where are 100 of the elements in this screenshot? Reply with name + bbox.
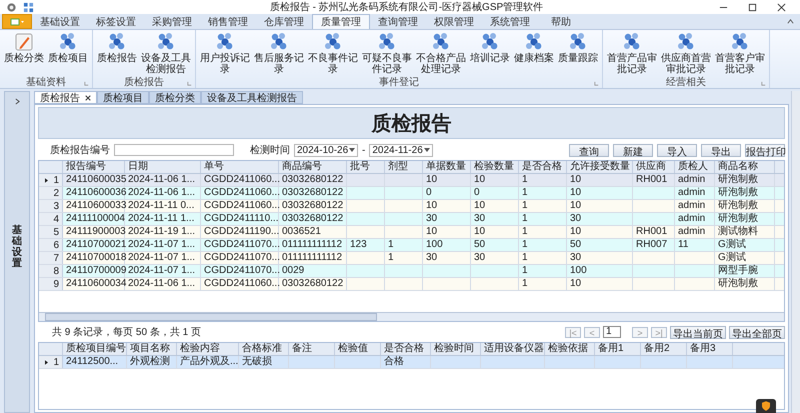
menu-tab[interactable]: 质量管理 [312, 14, 370, 29]
expand-icon[interactable] [14, 98, 20, 105]
caret-icon[interactable] [349, 148, 355, 152]
table-cell: 2024-11-07 1... [125, 252, 201, 264]
table-cell: RH001 [633, 174, 675, 186]
window-title: 质检报告 - 苏州弘光条码系统有限公司-医疗器械GSP管理软件 [268, 0, 544, 14]
column-header[interactable]: 检验时间 [431, 343, 481, 355]
column-header[interactable]: 项目名称 [127, 343, 177, 355]
column-header[interactable]: 备用3 [687, 343, 733, 355]
side-panel-label[interactable]: 基础设置 [12, 225, 22, 269]
toolbar-button[interactable]: 导入 [657, 144, 697, 156]
toolbar-button[interactable]: 导出 [701, 144, 741, 156]
menu-tab[interactable]: 销售管理 [200, 14, 256, 29]
column-header[interactable]: 商品编号 [279, 161, 347, 173]
close-icon[interactable] [777, 2, 786, 12]
gear-icon[interactable] [6, 2, 17, 12]
column-header[interactable]: 批号 [347, 161, 385, 173]
column-header[interactable]: 剂型 [385, 161, 423, 173]
column-header[interactable]: 合格标准 [239, 343, 289, 355]
column-header[interactable]: 供应商 [633, 161, 675, 173]
input-field[interactable] [114, 144, 234, 156]
ribbon-button[interactable]: 售后服务记录 [252, 30, 306, 76]
row-number: 7 [39, 252, 63, 264]
toolbar-button[interactable]: 报告打印 [745, 144, 785, 156]
table-cell: admin [675, 174, 715, 186]
table-cell: 2024-11-19 1... [125, 226, 201, 238]
ribbon-button[interactable]: 质量跟踪 [556, 30, 600, 76]
column-header[interactable]: 报告编号 [63, 161, 125, 173]
column-header[interactable]: 质检项目编号 [63, 343, 127, 355]
column-header[interactable]: 检验数量 [471, 161, 519, 173]
launcher-icon[interactable] [594, 81, 599, 86]
ribbon-button[interactable]: 用户投诉记录 [198, 30, 252, 76]
column-header[interactable]: 检验值 [335, 343, 381, 355]
window-icon [10, 18, 24, 26]
collapse-icon[interactable] [787, 18, 794, 25]
column-header[interactable]: 备用2 [641, 343, 687, 355]
column-header[interactable]: 检验依据 [545, 343, 595, 355]
document-tab[interactable]: 质检分类 [149, 91, 201, 104]
export-button[interactable]: 导出全部页 [729, 326, 785, 338]
column-header[interactable]: 备注 [289, 343, 335, 355]
column-header[interactable]: 是否合格 [519, 161, 567, 173]
menu-tab[interactable]: 标签设置 [88, 14, 144, 29]
ribbon-button[interactable]: 质检报告 [95, 30, 139, 76]
table-cell: 1 [519, 278, 567, 290]
ribbon-button[interactable]: 设备及工具检测报告 [139, 30, 193, 76]
table-cell: 24111900003 [63, 226, 125, 238]
menu-tab[interactable]: 帮助 [538, 14, 584, 29]
table-cell: admin [675, 226, 715, 238]
launcher-icon[interactable] [84, 81, 89, 86]
grid-icon[interactable] [23, 2, 34, 12]
menu-tab[interactable]: 系统管理 [482, 14, 538, 29]
column-header[interactable]: 备用1 [595, 343, 641, 355]
close-icon[interactable] [85, 94, 91, 100]
column-header[interactable]: 单号 [201, 161, 279, 173]
export-button[interactable]: 导出当前页 [670, 326, 726, 338]
table-cell: 24111100004 [63, 213, 125, 225]
ribbon-button[interactable]: 首营客户审批记录 [713, 30, 767, 76]
launcher-icon[interactable] [187, 81, 192, 86]
ribbon-button[interactable]: 供应商首营审批记录 [659, 30, 713, 76]
column-header[interactable]: 单据数量 [423, 161, 471, 173]
document-tab[interactable]: 质检报告 [34, 91, 97, 104]
cluster-icon [323, 32, 343, 52]
table-cell: 1 [519, 252, 567, 264]
ribbon-button[interactable]: 质检分类 [2, 30, 46, 76]
menu-tab[interactable]: 仓库管理 [256, 14, 312, 29]
column-header[interactable]: 商品名称 [715, 161, 775, 173]
ribbon-button[interactable]: 不合格产品处理记录 [414, 30, 468, 76]
column-header[interactable]: 是否合格 [381, 343, 431, 355]
menu-tab[interactable]: 基础设置 [32, 14, 88, 29]
document-tab[interactable]: 设备及工具检测报告 [201, 91, 303, 104]
ribbon-button[interactable]: 首营产品审批记录 [605, 30, 659, 76]
vertical-scrollbar[interactable] [791, 91, 800, 413]
menu-tab[interactable]: 采购管理 [144, 14, 200, 29]
table-cell: 0 [423, 187, 471, 199]
page-field[interactable]: 1 [603, 326, 621, 338]
horizontal-scrollbar[interactable] [39, 312, 784, 321]
column-header[interactable]: 日期 [125, 161, 201, 173]
column-header[interactable]: 允许接受数量 [567, 161, 633, 173]
table-cell: 合格 [381, 356, 431, 368]
document-tab[interactable]: 质检项目 [97, 91, 149, 104]
ribbon-button[interactable]: 培训记录 [468, 30, 512, 76]
app-menu-button[interactable] [2, 14, 32, 29]
caret-icon[interactable] [424, 148, 430, 152]
toolbar-button[interactable]: 新建 [613, 144, 653, 156]
menu-tab[interactable]: 权限管理 [426, 14, 482, 29]
date-picker[interactable]: 2024-10-26 [294, 144, 358, 156]
toolbar-button[interactable]: 查询 [569, 144, 609, 156]
maximize-icon[interactable] [748, 2, 757, 12]
tray-button[interactable] [756, 399, 776, 413]
ribbon-button[interactable]: 质检项目 [46, 30, 90, 76]
ribbon-button[interactable]: 可疑不良事件记录 [360, 30, 414, 76]
column-header[interactable]: 适用设备仪器 [481, 343, 545, 355]
launcher-icon[interactable] [761, 81, 766, 86]
ribbon-button[interactable]: 健康档案 [512, 30, 556, 76]
column-header[interactable]: 质检人 [675, 161, 715, 173]
ribbon-button[interactable]: 不良事件记录 [306, 30, 360, 76]
date-picker[interactable]: 2024-11-26 [369, 144, 434, 156]
row-number: 8 [39, 265, 63, 277]
column-header[interactable]: 检验内容 [177, 343, 239, 355]
menu-tab[interactable]: 查询管理 [370, 14, 426, 29]
